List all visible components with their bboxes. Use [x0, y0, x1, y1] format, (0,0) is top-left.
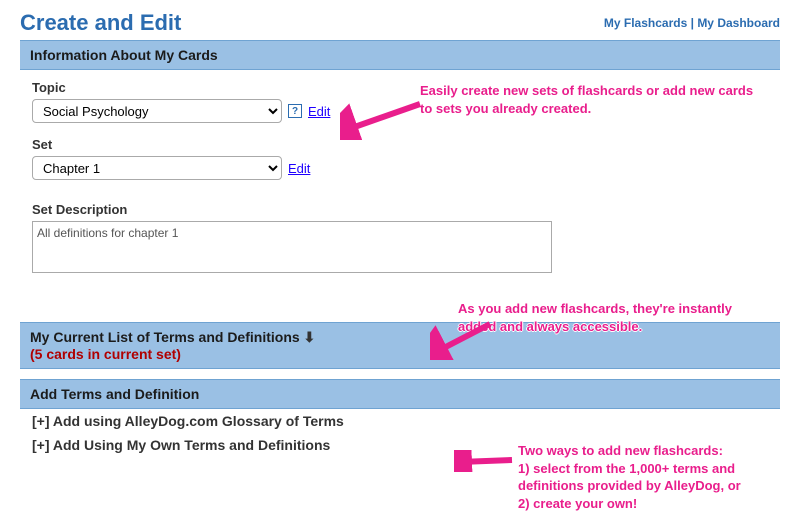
set-select[interactable]: Chapter 1 — [32, 156, 282, 180]
page-title: Create and Edit — [20, 10, 181, 36]
annotation-3: Two ways to add new flashcards: 1) selec… — [518, 442, 798, 512]
help-icon[interactable]: ? — [288, 104, 302, 118]
set-edit-link[interactable]: Edit — [288, 161, 310, 176]
nav-separator: | — [691, 16, 694, 30]
topic-edit-link[interactable]: Edit — [308, 104, 330, 119]
annotation-1: Easily create new sets of flashcards or … — [420, 82, 760, 117]
topic-select[interactable]: Social Psychology — [32, 99, 282, 123]
my-flashcards-link[interactable]: My Flashcards — [604, 16, 687, 30]
top-nav: My Flashcards | My Dashboard — [604, 16, 780, 30]
add-glossary-row[interactable]: [+] Add using AlleyDog.com Glossary of T… — [20, 409, 780, 433]
my-dashboard-link[interactable]: My Dashboard — [697, 16, 780, 30]
collapse-arrow-icon: ⬇ — [304, 329, 316, 345]
card-count: (5 cards in current set) — [30, 346, 181, 362]
annotation-arrow-2 — [430, 320, 500, 360]
annotation-arrow-1 — [340, 100, 432, 140]
section-info-header: Information About My Cards — [20, 40, 780, 70]
annotation-2: As you add new flashcards, they're insta… — [458, 300, 768, 335]
section-list-title: My Current List of Terms and Definitions — [30, 329, 300, 345]
description-textarea[interactable]: All definitions for chapter 1 — [32, 221, 552, 273]
annotation-arrow-3 — [454, 450, 518, 472]
section-add-header: Add Terms and Definition — [20, 379, 780, 409]
description-label: Set Description — [32, 202, 768, 217]
